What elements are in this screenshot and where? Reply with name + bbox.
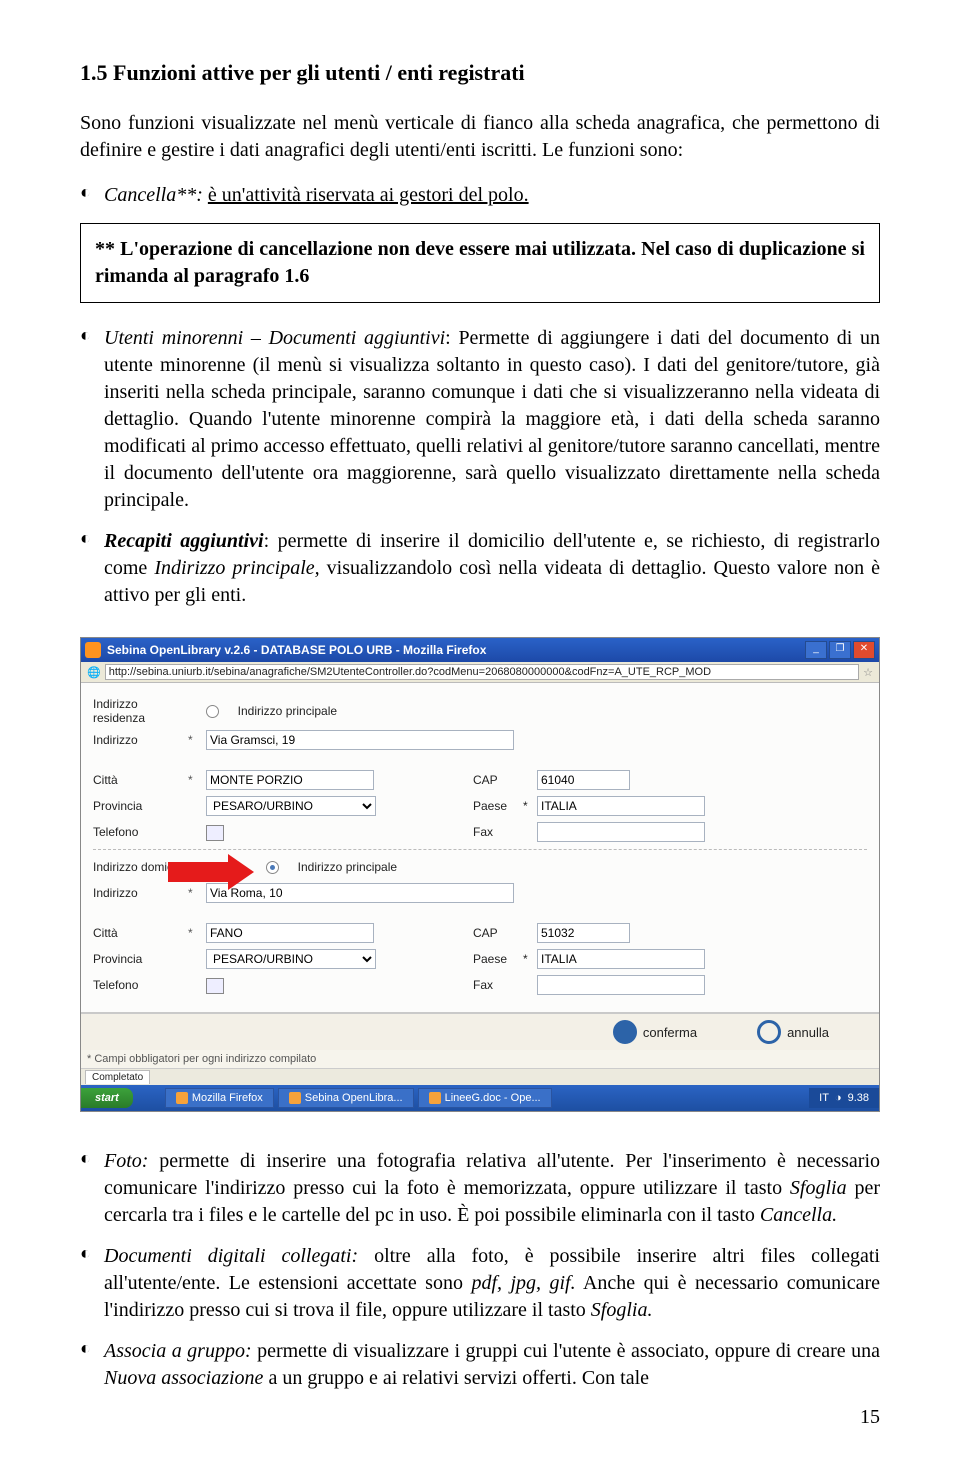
window-title: Sebina OpenLibrary v.2.6 - DATABASE POLO…	[107, 643, 803, 657]
list-icon[interactable]	[206, 825, 224, 841]
label-citta-2: Città	[93, 926, 188, 940]
taskbar-item-1[interactable]: Mozilla Firefox	[165, 1088, 274, 1108]
input-paese-1[interactable]	[537, 796, 705, 816]
section-heading: 1.5 Funzioni attive per gli utenti / ent…	[80, 60, 880, 86]
tray-lang: IT	[819, 1092, 829, 1104]
label-cap-2: CAP	[473, 926, 523, 940]
annulla-button[interactable]: annulla	[757, 1020, 829, 1044]
input-fax-2[interactable]	[537, 975, 705, 995]
input-paese-2[interactable]	[537, 949, 705, 969]
warning-box: ** L'operazione di cancellazione non dev…	[80, 223, 880, 303]
globe-icon: 🌐	[87, 666, 101, 679]
browser-tab[interactable]: Completato	[85, 1070, 150, 1084]
bullet-icon: ◐	[80, 325, 104, 514]
input-citta-2[interactable]	[206, 923, 374, 943]
intro-paragraph: Sono funzioni visualizzate nel menù vert…	[80, 110, 880, 164]
maximize-button[interactable]: ❐	[829, 641, 851, 659]
bullet-associa: ◐ Associa a gruppo: permette di visualiz…	[80, 1338, 880, 1392]
taskbar-item-2[interactable]: Sebina OpenLibra...	[278, 1088, 414, 1108]
conferma-button[interactable]: conferma	[613, 1020, 697, 1044]
input-indirizzo-1[interactable]	[206, 730, 514, 750]
input-fax-1[interactable]	[537, 822, 705, 842]
label-residenza: Indirizzo residenza	[93, 697, 188, 725]
url-field[interactable]: http://sebina.uniurb.it/sebina/anagrafic…	[105, 664, 859, 680]
taskbar: start Mozilla Firefox Sebina OpenLibra..…	[81, 1085, 879, 1111]
bullet-minorenni: ◐ Utenti minorenni – Documenti aggiuntiv…	[80, 325, 880, 514]
label-provincia: Provincia	[93, 799, 188, 813]
tray-icon: ◑	[835, 1092, 842, 1104]
red-arrow-icon	[168, 854, 254, 890]
address-bar: 🌐 http://sebina.uniurb.it/sebina/anagraf…	[81, 662, 879, 683]
select-provincia-1[interactable]: PESARO/URBINO	[206, 796, 376, 816]
label-cap: CAP	[473, 773, 523, 787]
minimize-button[interactable]: _	[805, 641, 827, 659]
bullet-icon: ◐	[80, 528, 104, 609]
label-fax-2: Fax	[473, 978, 523, 992]
bullet-documenti: ◐ Documenti digitali collegati: oltre al…	[80, 1243, 880, 1324]
mandatory-fields-note: * Campi obbligatori per ogni indirizzo c…	[81, 1050, 879, 1068]
input-cap-1[interactable]	[537, 770, 630, 790]
radio-residenza-principale[interactable]	[206, 705, 219, 718]
select-provincia-2[interactable]: PESARO/URBINO	[206, 949, 376, 969]
bullet-icon: ◐	[80, 1243, 104, 1324]
input-cap-2[interactable]	[537, 923, 630, 943]
label-telefono-2: Telefono	[93, 978, 188, 992]
label-paese-2: Paese	[473, 952, 523, 966]
browser-screenshot: Sebina OpenLibrary v.2.6 - DATABASE POLO…	[80, 637, 880, 1112]
bullet-icon: ◐	[80, 1148, 104, 1229]
bullet-recapiti: ◐ Recapiti aggiuntivi: permette di inser…	[80, 528, 880, 609]
bullet-icon: ◐	[80, 182, 104, 209]
label-fax: Fax	[473, 825, 523, 839]
bullet-foto: ◐ Foto: permette di inserire una fotogra…	[80, 1148, 880, 1229]
page-number: 15	[80, 1406, 880, 1429]
close-button[interactable]: ✕	[853, 641, 875, 659]
label-principale: Indirizzo principale	[238, 704, 337, 718]
label-indirizzo: Indirizzo	[93, 733, 188, 747]
start-button[interactable]: start	[81, 1088, 133, 1108]
label-paese: Paese	[473, 799, 523, 813]
window-titlebar: Sebina OpenLibrary v.2.6 - DATABASE POLO…	[81, 638, 879, 662]
bullet-icon: ◐	[80, 1338, 104, 1392]
taskbar-item-3[interactable]: LineeG.doc - Ope...	[418, 1088, 552, 1108]
radio-domicilio-principale[interactable]	[266, 861, 279, 874]
label-telefono: Telefono	[93, 825, 188, 839]
label-principale-2: Indirizzo principale	[298, 860, 397, 874]
bookmark-icon[interactable]: ☆	[863, 666, 873, 679]
firefox-icon	[85, 642, 101, 658]
list-icon[interactable]	[206, 978, 224, 994]
input-citta-1[interactable]	[206, 770, 374, 790]
tray-time: 9.38	[848, 1092, 869, 1104]
label-provincia-2: Provincia	[93, 952, 188, 966]
bullet-cancella: ◐ Cancella**: è un'attività riservata ai…	[80, 182, 880, 209]
label-citta: Città	[93, 773, 188, 787]
